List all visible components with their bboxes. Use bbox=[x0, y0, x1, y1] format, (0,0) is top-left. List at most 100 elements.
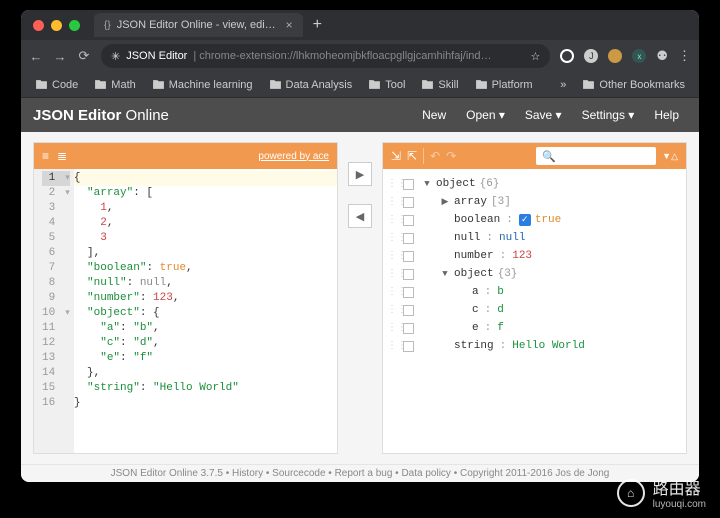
tree-row[interactable]: ⋮⋮▶array [3] bbox=[387, 193, 682, 211]
action-menu-icon[interactable] bbox=[403, 215, 414, 226]
menu-icon[interactable]: ⋮ bbox=[678, 48, 691, 64]
tree-value[interactable]: f bbox=[497, 322, 504, 334]
bookmark-star-icon[interactable]: ☆ bbox=[530, 50, 540, 63]
action-menu-icon[interactable] bbox=[403, 341, 414, 352]
drag-handle-icon[interactable]: ⋮⋮ bbox=[387, 286, 399, 298]
bookmark-folder[interactable]: Data Analysis bbox=[263, 78, 359, 91]
sort-caret-icon[interactable]: ▼△ bbox=[662, 151, 678, 162]
action-menu-icon[interactable] bbox=[403, 323, 414, 334]
close-dot[interactable] bbox=[33, 20, 44, 31]
powered-by-link[interactable]: powered by ace bbox=[258, 151, 329, 162]
drag-handle-icon[interactable]: ⋮⋮ bbox=[387, 196, 399, 208]
search-input[interactable]: 🔍 bbox=[536, 147, 656, 165]
watermark-title: 路由器 bbox=[653, 475, 706, 499]
drag-handle-icon[interactable]: ⋮⋮ bbox=[387, 268, 399, 280]
tree-value[interactable]: b bbox=[497, 286, 504, 298]
reload-button[interactable]: ⟳ bbox=[77, 49, 91, 63]
tree-view[interactable]: ⋮⋮▼object {6}⋮⋮▶array [3]⋮⋮boolean:✓ tru… bbox=[383, 169, 686, 453]
action-menu-icon[interactable] bbox=[403, 179, 414, 190]
bookmark-folder[interactable]: Platform bbox=[469, 78, 539, 91]
tree-value[interactable]: 123 bbox=[512, 250, 532, 262]
action-menu-icon[interactable] bbox=[403, 233, 414, 244]
forward-button[interactable]: → bbox=[53, 49, 67, 63]
tree-row[interactable]: ⋮⋮▼object {3} bbox=[387, 265, 682, 283]
tree-key[interactable]: a bbox=[472, 286, 479, 298]
copy-left-button[interactable]: ◀ bbox=[348, 204, 372, 228]
ext-icon-4[interactable]: x bbox=[632, 49, 646, 63]
drag-handle-icon[interactable]: ⋮⋮ bbox=[387, 322, 399, 334]
tree-row[interactable]: ⋮⋮a:b bbox=[387, 283, 682, 301]
action-menu-icon[interactable] bbox=[403, 251, 414, 262]
menu-settings[interactable]: Settings ▾ bbox=[574, 104, 643, 126]
bookmark-folder[interactable]: Math bbox=[88, 78, 141, 91]
menu-help[interactable]: Help bbox=[646, 104, 687, 126]
drag-handle-icon[interactable]: ⋮⋮ bbox=[387, 340, 399, 352]
tree-key[interactable]: number bbox=[454, 250, 494, 262]
format-icon[interactable]: ≡ bbox=[42, 149, 49, 163]
action-menu-icon[interactable] bbox=[403, 287, 414, 298]
browser-tab[interactable]: {} JSON Editor Online - view, edi… × bbox=[94, 13, 303, 37]
drag-handle-icon[interactable]: ⋮⋮ bbox=[387, 304, 399, 316]
tree-key[interactable]: string bbox=[454, 340, 494, 352]
tree-value[interactable]: true bbox=[535, 214, 561, 226]
zoom-dot[interactable] bbox=[69, 20, 80, 31]
tree-row[interactable]: ⋮⋮number:123 bbox=[387, 247, 682, 265]
tree-key[interactable]: c bbox=[472, 304, 479, 316]
bool-checkbox[interactable]: ✓ bbox=[519, 214, 531, 226]
tree-row[interactable]: ⋮⋮e:f bbox=[387, 319, 682, 337]
ext-icon-1[interactable] bbox=[560, 49, 574, 63]
url-field[interactable]: ✳ JSON Editor | chrome-extension://lhkmo… bbox=[101, 44, 550, 68]
drag-handle-icon[interactable]: ⋮⋮ bbox=[387, 178, 399, 190]
drag-handle-icon[interactable]: ⋮⋮ bbox=[387, 232, 399, 244]
tree-key[interactable]: object bbox=[454, 268, 494, 280]
bookmark-folder[interactable]: Machine learning bbox=[146, 78, 259, 91]
extension-icons: J x ⚉ ⋮ bbox=[560, 48, 691, 64]
expand-all-icon[interactable]: ⇲ bbox=[391, 149, 401, 163]
tree-value[interactable]: Hello World bbox=[512, 340, 585, 352]
browser-window: {} JSON Editor Online - view, edi… × + ←… bbox=[21, 10, 699, 482]
redo-icon[interactable]: ↷ bbox=[446, 149, 456, 163]
menu-new[interactable]: New bbox=[414, 104, 454, 126]
compact-icon[interactable]: ≣ bbox=[57, 149, 67, 163]
code-editor[interactable]: 1 ▾2 ▾3 4 5 6 7 8 9 10 ▾11 12 13 14 15 1… bbox=[34, 169, 337, 453]
tree-row[interactable]: ⋮⋮null:null bbox=[387, 229, 682, 247]
copy-right-button[interactable]: ▶ bbox=[348, 162, 372, 186]
minimize-dot[interactable] bbox=[51, 20, 62, 31]
profile-icon[interactable]: ⚉ bbox=[656, 48, 668, 64]
caret-icon[interactable]: ▼ bbox=[422, 179, 432, 189]
tree-value[interactable]: null bbox=[499, 232, 525, 244]
overflow-icon[interactable]: » bbox=[560, 79, 566, 91]
tree-key[interactable]: null bbox=[454, 232, 480, 244]
ext-icon-3[interactable] bbox=[608, 49, 622, 63]
back-button[interactable]: ← bbox=[29, 49, 43, 63]
action-menu-icon[interactable] bbox=[403, 269, 414, 280]
tree-key[interactable]: array bbox=[454, 196, 487, 208]
tree-row[interactable]: ⋮⋮▼object {6} bbox=[387, 175, 682, 193]
menu-open[interactable]: Open ▾ bbox=[458, 104, 513, 126]
bookmark-folder[interactable]: Skill bbox=[415, 78, 464, 91]
code-lines[interactable]: { "array": [ 1, 2, 3 ], "boolean": true,… bbox=[74, 169, 337, 453]
menu-save[interactable]: Save ▾ bbox=[517, 104, 570, 126]
tree-row[interactable]: ⋮⋮c:d bbox=[387, 301, 682, 319]
new-tab-button[interactable]: + bbox=[313, 16, 322, 34]
caret-icon[interactable]: ▶ bbox=[440, 197, 450, 207]
ext-icon-2[interactable]: J bbox=[584, 49, 598, 63]
tree-row[interactable]: ⋮⋮boolean:✓ true bbox=[387, 211, 682, 229]
undo-icon[interactable]: ↶ bbox=[430, 149, 440, 163]
caret-icon[interactable]: ▼ bbox=[440, 269, 450, 279]
bookmark-folder[interactable]: Tool bbox=[362, 78, 411, 91]
drag-handle-icon[interactable]: ⋮⋮ bbox=[387, 250, 399, 262]
tree-key[interactable]: e bbox=[472, 322, 479, 334]
action-menu-icon[interactable] bbox=[403, 197, 414, 208]
tree-key[interactable]: boolean bbox=[454, 214, 500, 226]
close-tab-icon[interactable]: × bbox=[286, 18, 293, 32]
collapse-all-icon[interactable]: ⇱ bbox=[407, 149, 417, 163]
other-bookmarks[interactable]: Other Bookmarks bbox=[576, 78, 691, 91]
tree-row[interactable]: ⋮⋮string:Hello World bbox=[387, 337, 682, 355]
tree-value[interactable]: d bbox=[497, 304, 504, 316]
action-menu-icon[interactable] bbox=[403, 305, 414, 316]
drag-handle-icon[interactable]: ⋮⋮ bbox=[387, 214, 399, 226]
line-gutter: 1 ▾2 ▾3 4 5 6 7 8 9 10 ▾11 12 13 14 15 1… bbox=[34, 169, 74, 453]
tree-key[interactable]: object bbox=[436, 178, 476, 190]
bookmark-folder[interactable]: Code bbox=[29, 78, 84, 91]
